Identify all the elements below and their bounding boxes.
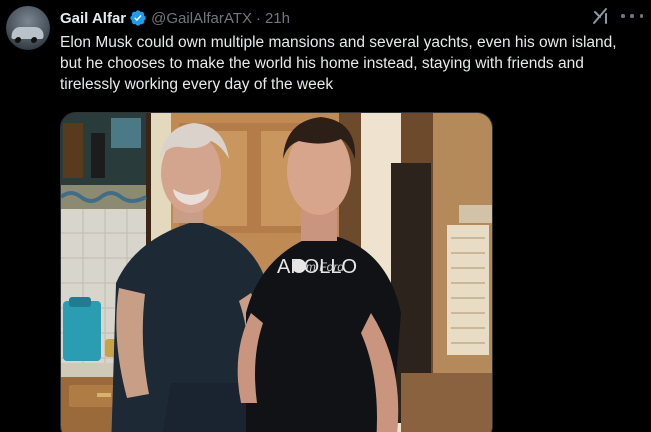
tweet[interactable]: Gail Alfar @GailAlfarATX · 21h Elon Musk…	[0, 0, 651, 432]
car-avatar-icon	[11, 27, 45, 39]
shirt-text: APOLLO	[277, 256, 357, 278]
more-icon[interactable]	[621, 9, 643, 23]
photo-image: Tom Ford APOLLO	[61, 113, 492, 432]
author-handle[interactable]: @GailAlfarATX	[151, 10, 252, 27]
header-separator: ·	[255, 9, 261, 27]
grok-icon[interactable]	[591, 6, 611, 26]
author-display-name[interactable]: Gail Alfar	[60, 10, 126, 27]
tweet-header: Gail Alfar @GailAlfarATX · 21h	[60, 8, 290, 28]
post-media-photo[interactable]: Tom Ford APOLLO	[60, 112, 493, 432]
post-timestamp[interactable]: 21h	[265, 10, 290, 27]
author-avatar[interactable]	[6, 6, 50, 50]
verified-badge-icon[interactable]	[129, 9, 147, 27]
post-text: Elon Musk could own multiple mansions an…	[60, 34, 617, 93]
